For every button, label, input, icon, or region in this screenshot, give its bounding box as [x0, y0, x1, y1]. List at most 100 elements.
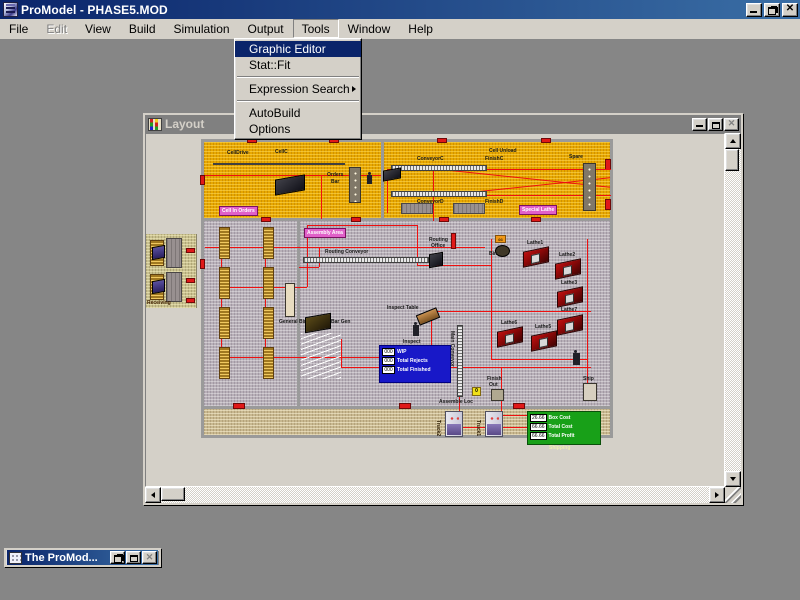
- menu-item-label: AutoBuild: [249, 106, 301, 120]
- scene-label-bar: Bar: [331, 179, 340, 185]
- scene-label-cellc: CellC: [275, 149, 288, 155]
- menu-view[interactable]: View: [76, 19, 120, 38]
- scene-label-spare: Spare: [569, 154, 583, 160]
- layout-close-button[interactable]: ✕: [724, 117, 739, 131]
- menu-edit: Edit: [46, 21, 68, 36]
- horizontal-scroll-track[interactable]: [161, 487, 709, 503]
- total-finished-value: 000: [382, 366, 395, 374]
- horizontal-scrollbar[interactable]: [145, 487, 741, 503]
- scene-label-lathe6: Lathe6: [501, 320, 518, 326]
- menu-item-stat-fit[interactable]: Stat::Fit: [235, 57, 361, 73]
- menu-file[interactable]: File: [0, 19, 37, 38]
- scroll-right-button[interactable]: [709, 487, 725, 503]
- total-cost-label: Total Cost: [548, 424, 573, 430]
- resize-grip[interactable]: [725, 487, 741, 503]
- wip-row: 000 WIP: [382, 348, 448, 356]
- scene-label-celldrive: CellDrive: [227, 150, 249, 156]
- scene-label-ship: Ship: [583, 376, 594, 382]
- menu-output[interactable]: Output: [239, 19, 293, 38]
- scene-label-lathe1: Lathe1: [527, 240, 544, 246]
- layout-canvas[interactable]: Receiving CellDrive CellC Cell In Orders…: [145, 133, 725, 487]
- total-cost-value: 66.66: [530, 423, 547, 431]
- finish-out-counter: 0: [472, 387, 481, 396]
- layout-palette-icon[interactable]: [148, 117, 162, 131]
- scene-label-office: Office: [431, 243, 446, 249]
- total-profit-row: 66.66 Total Profit: [530, 432, 598, 440]
- bin-counter: 66: [495, 235, 506, 243]
- layout-minimize-button[interactable]: [692, 117, 707, 131]
- vertical-scroll-thumb[interactable]: [725, 149, 739, 171]
- wip-value: 000: [382, 348, 395, 356]
- total-rejects-label: Total Rejects: [397, 358, 428, 364]
- minimized-child-close-button[interactable]: ✕: [142, 551, 157, 564]
- layout-control-buttons: ✕: [692, 117, 739, 131]
- wip-label: WIP: [397, 349, 407, 355]
- promodel-app-icon[interactable]: [3, 2, 18, 17]
- scene-label-receiving: Receiving: [147, 300, 171, 306]
- close-button[interactable]: ✕: [782, 2, 798, 17]
- scene-label-inspect-table: Inspect Table: [387, 305, 419, 311]
- menu-build[interactable]: Build: [120, 19, 165, 38]
- promodel-child-icon[interactable]: [9, 551, 22, 564]
- application-window: ProModel - PHASE5.MOD ✕ File Edit View B…: [0, 0, 800, 540]
- menu-item-label: Stat::Fit: [249, 58, 291, 72]
- layout-window: Layout ✕ Receiving CellDrive CellC Cell …: [143, 113, 743, 505]
- scene-label-orders: Orders: [327, 172, 344, 178]
- receiving-thumbnail: Receiving: [146, 234, 197, 308]
- menu-tools[interactable]: Tools: [292, 19, 339, 38]
- restore-button[interactable]: [764, 2, 780, 17]
- layout-maximize-button[interactable]: [708, 117, 723, 131]
- window-title-bar: ProModel - PHASE5.MOD ✕: [0, 0, 800, 19]
- total-rejects-value: 000: [382, 357, 395, 365]
- menu-item-expression-search[interactable]: Expression Search: [235, 81, 361, 97]
- scene-label-conveyorc: ConveyorC: [417, 156, 444, 162]
- minimized-child-restore-button[interactable]: [110, 551, 125, 564]
- menu-window[interactable]: Window: [339, 19, 400, 38]
- tools-dropdown-menu: Graphic Editor Stat::Fit Expression Sear…: [234, 38, 362, 140]
- minimized-child-window[interactable]: The ProMod... ✕: [4, 548, 161, 567]
- minimized-child-maximize-button[interactable]: [126, 551, 141, 564]
- menu-separator: [237, 100, 359, 102]
- scroll-down-button[interactable]: [725, 471, 741, 487]
- horizontal-scroll-thumb[interactable]: [161, 487, 185, 501]
- menu-help[interactable]: Help: [399, 19, 442, 38]
- scene-tag-special-lathe: Special Lathe: [519, 205, 558, 215]
- minimize-button[interactable]: [746, 2, 762, 17]
- layout-window-body: Receiving CellDrive CellC Cell In Orders…: [145, 133, 741, 503]
- menu-simulation[interactable]: Simulation: [165, 19, 239, 38]
- scene-label-lathe5: Lathe5: [535, 324, 552, 330]
- scene-label-truck2: Truck2: [435, 420, 441, 437]
- menu-item-autobuild[interactable]: AutoBuild: [235, 105, 361, 121]
- scene-label-out: Out: [489, 382, 498, 388]
- scene-tag-cell-in-orders: Cell In Orders: [219, 206, 258, 216]
- minimized-child-buttons: ✕: [110, 551, 157, 564]
- total-rejects-row: 000 Total Rejects: [382, 357, 448, 365]
- scene-label-finishd: FinishD: [485, 199, 504, 205]
- menu-item-label: Graphic Editor: [249, 42, 326, 56]
- scene-label-assemble-loc: Assemble Loc: [439, 399, 473, 405]
- total-cost-row: 66.66 Total Cost: [530, 423, 598, 431]
- scene-label-cell-unload: Cell Unload: [489, 148, 517, 154]
- submenu-arrow-icon: [352, 86, 356, 92]
- minimized-child-title-bar: The ProMod... ✕: [7, 550, 158, 565]
- scene-tag-assembly-area: Assembly Area: [304, 228, 346, 238]
- scroll-up-button[interactable]: [725, 133, 741, 149]
- total-finished-label: Total Finished: [397, 367, 431, 373]
- scene-label-lathe3: Lathe3: [561, 280, 578, 286]
- menu-item-label: Options: [249, 122, 291, 136]
- window-title: ProModel - PHASE5.MOD: [21, 2, 168, 17]
- menu-bar: File Edit View Build Simulation Output T…: [0, 19, 800, 39]
- total-finished-row: 000 Total Finished: [382, 366, 448, 374]
- scene-label-lathe7: Lathe7: [561, 307, 578, 313]
- box-cost-label: Box Cost: [548, 415, 571, 421]
- simulation-scene: CellDrive CellC Cell In Orders Orders Ba…: [200, 138, 613, 451]
- vertical-scrollbar[interactable]: [725, 133, 741, 487]
- scene-label-bin: Bin: [489, 251, 498, 257]
- scroll-left-button[interactable]: [145, 487, 161, 503]
- vertical-scroll-track[interactable]: [725, 149, 741, 471]
- menu-item-options[interactable]: Options: [235, 121, 361, 137]
- scene-label-bar-gen: Bar Gen: [331, 319, 351, 325]
- menu-item-graphic-editor[interactable]: Graphic Editor: [235, 41, 361, 57]
- scene-label-lathe2: Lathe2: [559, 252, 576, 258]
- box-cost-value: 26.66: [530, 414, 547, 422]
